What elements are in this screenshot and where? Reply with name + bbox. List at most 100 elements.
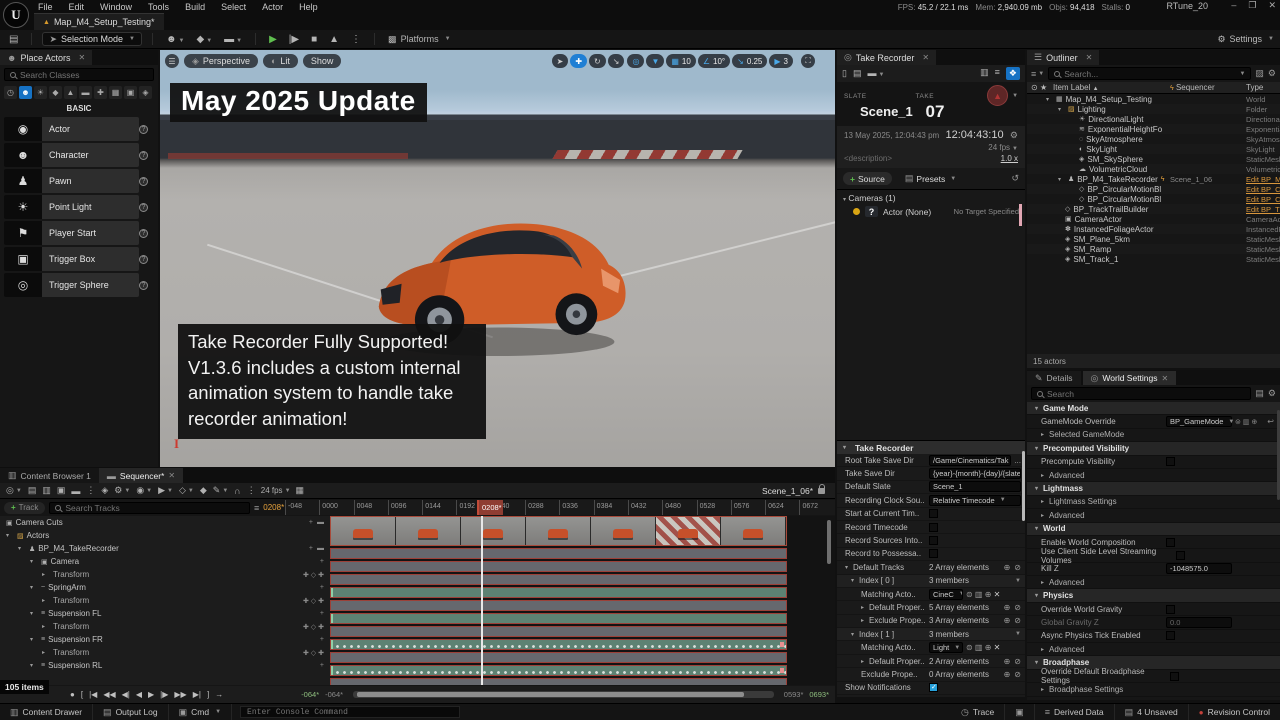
timeline-track-section[interactable] — [330, 600, 787, 611]
world-setting-row[interactable]: ▾ Physics ▼ ⊜ ▥ ⊕ ↩ — [1027, 589, 1280, 602]
outliner-row[interactable]: ☁VolumetricCloud Volumetric — [1027, 164, 1280, 174]
play-options-icon[interactable]: ⋮ — [348, 34, 364, 45]
menu-item[interactable]: Select — [215, 2, 252, 12]
frame-skip-button[interactable]: |▶ — [286, 34, 302, 45]
close-button[interactable]: ✕ — [1268, 0, 1276, 11]
setting-row[interactable]: ▾ Index [ 0 ] 3 members 3 members▼ 3 mem… — [837, 575, 1025, 588]
slate-name[interactable]: Scene_1 — [860, 104, 916, 119]
console-input[interactable] — [247, 708, 453, 717]
help-icon[interactable]: ? — [139, 281, 148, 290]
content-drawer-button[interactable]: ▥Content Drawer — [0, 704, 93, 720]
world-setting-row[interactable]: ▸ Lightmass Settings ▼ ⊜ ▥ ⊕ ↩ — [1027, 496, 1280, 509]
world-settings-tab[interactable]: ◎World Settings✕ — [1083, 371, 1177, 385]
outliner-row[interactable]: ◇BP_CircularMotionBl Edit BP_Cir — [1027, 194, 1280, 204]
menu-item[interactable]: Edit — [63, 2, 91, 12]
timeline-track-section[interactable] — [330, 561, 787, 572]
keyframe-options-icon[interactable]: ◇▼ — [179, 485, 194, 496]
help-icon[interactable]: ? — [139, 125, 148, 134]
rotation-snap[interactable]: ∠10° — [698, 54, 730, 68]
screenshot-button[interactable]: ▣ — [1005, 704, 1035, 720]
track-row[interactable]: ▾ ~ SpringArm + — [0, 581, 330, 594]
outliner-row[interactable]: ▣CameraActor CameraActo — [1027, 214, 1280, 224]
view-range-start[interactable]: -064* — [301, 690, 319, 699]
world-setting-row[interactable]: ▾ World ▼ ⊜ ▥ ⊕ ↩ — [1027, 523, 1280, 536]
clapper-icon[interactable]: ▬▼ — [71, 486, 80, 496]
content-browser-tab[interactable]: ▥Content Browser 1 — [0, 468, 99, 483]
sequencer-column[interactable]: ϟ Sequencer — [1170, 83, 1246, 92]
world-setting-row[interactable]: ▾ Game Mode ▼ ⊜ ▥ ⊕ ↩ — [1027, 402, 1280, 415]
outliner-row[interactable]: ≋ExponentialHeightFo Exponential — [1027, 124, 1280, 134]
take-recorder-tab[interactable]: ◎ Take Recorder ✕ — [837, 50, 936, 65]
cameras-header[interactable]: ▾ Cameras (1) — [843, 193, 1019, 203]
timeline-track-section[interactable] — [330, 678, 787, 685]
menu-item[interactable]: Help — [293, 2, 324, 12]
level-tab[interactable]: ▲ Map_M4_Setup_Testing* — [34, 13, 164, 30]
timeline-scrollbar[interactable] — [353, 691, 774, 698]
browse-icon[interactable]: ▥▼ — [42, 485, 51, 496]
new-take-icon[interactable]: ▯▼ — [842, 68, 847, 79]
viewport-options-icon[interactable]: ☰ — [165, 54, 179, 68]
play-button[interactable]: ▶ — [266, 34, 280, 45]
outliner-row[interactable]: ◐SkyLight SkyLight — [1027, 144, 1280, 154]
fps-dropdown[interactable]: 24 fps▼ — [261, 486, 291, 495]
outliner-row[interactable]: ◈SM_SkySphere StaticMesh — [1027, 154, 1280, 164]
outliner-row[interactable]: ◈SM_Ramp StaticMesh — [1027, 244, 1280, 254]
outliner-search-input[interactable] — [1064, 69, 1233, 79]
timeline-track-section[interactable] — [330, 652, 787, 663]
options-icon[interactable]: ≡ — [995, 67, 1000, 80]
outliner-row[interactable]: ◌SkyAtmosphere SkyAtmosp — [1027, 134, 1280, 144]
scale-tool[interactable]: ↘ — [608, 54, 625, 68]
tools-icon[interactable]: ⚙▼ — [114, 485, 130, 496]
derived-data-button[interactable]: ≡Derived Data — [1035, 704, 1115, 720]
record-toggle-icon[interactable] — [853, 208, 860, 215]
cmd-dropdown[interactable]: ▣Cmd▼ — [169, 704, 232, 720]
snap-icon[interactable]: ∩▼ — [234, 486, 240, 496]
revision-control-button[interactable]: ●Revision Control — [1189, 704, 1280, 720]
sequencer-tab[interactable]: ▬Sequencer*✕ — [99, 468, 183, 483]
type-column[interactable]: Type — [1246, 83, 1280, 92]
outliner-row[interactable]: ▾▨Lighting Folder — [1027, 104, 1280, 114]
all-classes-icon[interactable]: ◈ — [139, 86, 152, 99]
lock-icon[interactable] — [818, 488, 825, 494]
outliner-row[interactable]: ◇BP_TrackTrailBuilder Edit BP_Tra — [1027, 204, 1280, 214]
world-setting-row[interactable]: Use Client Side Level Streaming Volumes … — [1027, 549, 1280, 562]
setting-row[interactable]: Root Take Save Dir /Game/Cinematics/Tak … — [837, 454, 1025, 467]
view-range-end[interactable]: 0593* — [784, 690, 804, 699]
place-actors-search[interactable] — [4, 68, 154, 81]
restore-button[interactable]: ❐ — [1248, 0, 1256, 11]
world-setting-row[interactable]: ▸ Advanced ▼ ⊜ ▥ ⊕ ↩ — [1027, 643, 1280, 656]
close-icon[interactable]: ✕ — [922, 53, 929, 62]
outliner-row[interactable]: ▾♟BP_M4_TakeRecorderϟ Scene_1_06 Edit BP… — [1027, 174, 1280, 184]
help-icon[interactable]: ? — [139, 203, 148, 212]
world-settings-search[interactable] — [1031, 387, 1251, 400]
new-folder-icon[interactable]: ▨ — [1255, 68, 1264, 79]
display-filter-icon[interactable]: ▤ — [1255, 388, 1264, 399]
menu-item[interactable]: File — [32, 2, 59, 12]
unreal-logo-icon[interactable]: U — [3, 2, 29, 28]
world-space-toggle[interactable]: ◎ — [627, 54, 644, 68]
menu-item[interactable]: Tools — [142, 2, 175, 12]
track-filter-icon[interactable]: ≡ — [254, 503, 259, 513]
geometry-icon[interactable]: ▦ — [109, 86, 122, 99]
close-icon[interactable]: ✕ — [79, 53, 86, 62]
world-setting-row[interactable]: Precompute Visibility ▼ ⊜ ▥ ⊕ ↩ — [1027, 456, 1280, 469]
place-actor-item[interactable]: ◉ Actor ? — [4, 117, 154, 141]
world-setting-row[interactable]: ▸ Advanced ▼ ⊜ ▥ ⊕ ↩ — [1027, 576, 1280, 589]
world-setting-row[interactable]: Async Physics Tick Enabled ▼ ⊜ ▥ ⊕ ↩ — [1027, 630, 1280, 643]
setting-row[interactable]: Matching Acto.. Light Light▼ Light▼ ⊜ ▥ … — [837, 641, 1025, 654]
current-frame[interactable]: 0208* — [263, 503, 284, 512]
outliner-row[interactable]: ▾▦Map_M4_Setup_Testing World — [1027, 94, 1280, 104]
landscape-icon[interactable]: ▲ — [64, 86, 77, 99]
add-actor-icon[interactable]: ☻▼ — [163, 34, 187, 45]
surface-snap-toggle[interactable]: ▼ — [646, 54, 664, 68]
add-track-button[interactable]: +Track — [4, 502, 45, 514]
search-classes-input[interactable] — [20, 70, 148, 80]
render-icon[interactable]: ◈▼ — [101, 485, 108, 496]
outliner-row[interactable]: ◇BP_CircularMotionBl Edit BP_Cir — [1027, 184, 1280, 194]
eject-button[interactable]: ▲ — [326, 34, 342, 45]
camera-source-row[interactable]: ? Actor (None) No Target Specified — [853, 206, 1019, 217]
outliner-row[interactable]: ◈SM_Track_1 StaticMesh — [1027, 254, 1280, 264]
setting-row[interactable]: ▾ Default Tracks 2 Array elements 2 Arra… — [837, 561, 1025, 574]
basic-icon[interactable]: ☻ — [19, 86, 32, 99]
rotate-tool[interactable]: ↻ — [589, 54, 606, 68]
